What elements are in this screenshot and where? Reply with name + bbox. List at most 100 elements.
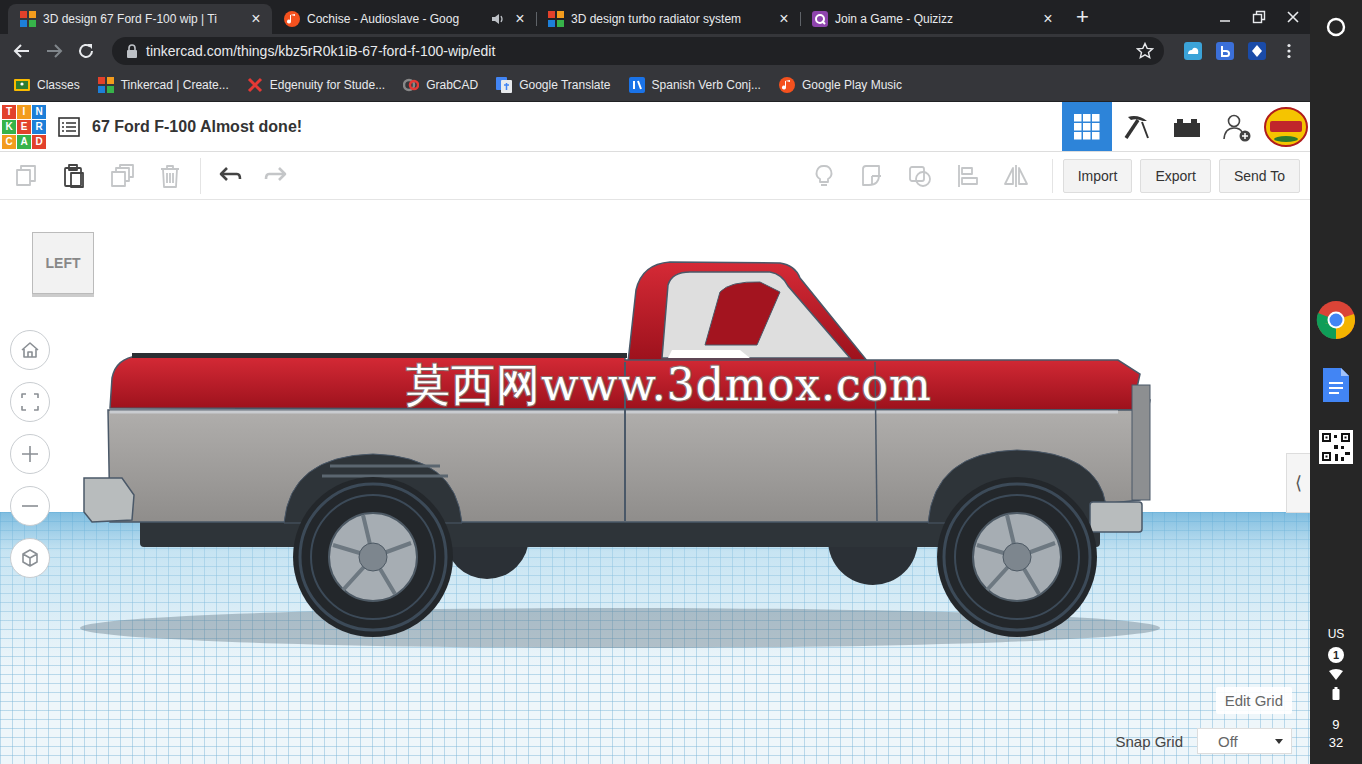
undo-button[interactable] — [200, 158, 247, 194]
logo-tile: R — [32, 120, 46, 134]
workplane-canvas[interactable]: LEFT 莫西网www.3dmox.com ⟨ Edit Grid Snap G… — [0, 200, 1310, 764]
invite-button[interactable] — [1212, 102, 1262, 151]
bookmark-star-icon[interactable] — [1136, 42, 1154, 60]
menu-icon[interactable] — [1280, 42, 1298, 60]
bookmark[interactable]: Classes — [14, 77, 80, 93]
dropdown-caret-icon — [1275, 739, 1283, 744]
duplicate-button[interactable] — [104, 158, 140, 194]
zoom-out-icon — [20, 496, 40, 516]
close-window-icon[interactable] — [1286, 10, 1300, 24]
design-list-icon[interactable] — [58, 117, 80, 137]
grid-icon — [1074, 114, 1100, 140]
snap-grid-select[interactable]: Off — [1197, 728, 1292, 754]
toolbar-button[interactable]: Import — [1063, 159, 1133, 193]
user-avatar[interactable] — [1262, 102, 1310, 151]
speaker-icon — [491, 12, 505, 26]
tab-close-button[interactable]: × — [512, 11, 528, 27]
extensions — [1184, 42, 1298, 60]
window-controls — [1218, 10, 1310, 24]
copy-button[interactable] — [8, 158, 44, 194]
browser-tab[interactable]: Cochise - Audioslave - Goog × — [272, 4, 536, 34]
paste-button[interactable] — [56, 158, 92, 194]
panel-toggle[interactable]: ⟨ — [1286, 453, 1310, 513]
toolbar-button[interactable]: Send To — [1219, 159, 1300, 193]
blocks-view-button[interactable] — [1112, 102, 1162, 151]
reload-icon[interactable] — [76, 41, 96, 61]
address-bar[interactable]: tinkercad.com/things/kbz5rR0k1iB-67-ford… — [112, 37, 1164, 65]
notification-count: 1 — [1328, 647, 1344, 663]
zoom-in-button[interactable] — [10, 434, 50, 474]
quizizz-favicon-icon — [812, 11, 828, 27]
qr-code-icon[interactable] — [1319, 430, 1353, 464]
toolbar-button[interactable]: Export — [1140, 159, 1210, 193]
redo-button[interactable] — [259, 158, 295, 194]
notes-icon — [811, 163, 837, 189]
zoom-out-button[interactable] — [10, 486, 50, 526]
design-view-button[interactable] — [1062, 102, 1112, 151]
shield-extension-icon[interactable] — [1248, 42, 1266, 60]
minimize-icon[interactable] — [1218, 10, 1232, 24]
align-button[interactable] — [950, 158, 986, 194]
tinkercad-logo[interactable]: TINKERCAD — [2, 105, 46, 149]
translate-favicon-icon — [496, 77, 512, 93]
tab-close-button[interactable]: × — [1040, 11, 1056, 27]
launcher-icon[interactable] — [1325, 16, 1347, 38]
tab-strip: 3D design 67 Ford F-100 wip | Ti × Cochi… — [0, 0, 1310, 34]
screen: 3D design 67 Ford F-100 wip | Ti × Cochi… — [0, 0, 1362, 764]
bricks-view-button[interactable] — [1162, 102, 1212, 151]
perspective-button[interactable] — [10, 538, 50, 578]
grabcad-favicon-icon — [403, 77, 419, 93]
notes-button[interactable] — [806, 158, 842, 194]
bookmark[interactable]: Tinkercad | Create... — [98, 77, 229, 93]
delete-button[interactable] — [152, 158, 188, 194]
bookmark-label: Google Translate — [519, 78, 610, 92]
back-icon[interactable] — [12, 41, 32, 61]
ungroup-button[interactable] — [902, 158, 938, 194]
cloud-extension-icon[interactable] — [1184, 42, 1202, 60]
view-cube[interactable]: LEFT — [32, 232, 94, 294]
logo-tile: E — [17, 120, 31, 134]
browser-tab[interactable]: Join a Game - Quizizz × — [800, 4, 1064, 34]
mirror-button[interactable] — [998, 158, 1034, 194]
spanishdict-favicon-icon — [629, 77, 645, 93]
browser-tab[interactable]: 3D design 67 Ford F-100 wip | Ti × — [8, 4, 272, 34]
group-button[interactable] — [854, 158, 890, 194]
tab-close-button[interactable]: × — [248, 11, 264, 27]
clock-hour: 9 — [1332, 716, 1339, 734]
status-tray[interactable]: US 1 9 32 — [1328, 627, 1345, 752]
avatar-icon — [1264, 107, 1308, 147]
b-extension-icon[interactable] — [1216, 42, 1234, 60]
clock: 9 32 — [1329, 716, 1343, 752]
browser-tab[interactable]: 3D design turbo radiator system × — [536, 4, 800, 34]
restore-icon[interactable] — [1252, 10, 1266, 24]
truck-model[interactable] — [0, 200, 1310, 764]
tinkercad-header: TINKERCAD 67 Ford F-100 Almost done! — [0, 102, 1310, 152]
bookmark[interactable]: GrabCAD — [403, 77, 478, 93]
bookmark[interactable]: Edgenuity for Stude... — [247, 77, 385, 93]
design-title[interactable]: 67 Ford F-100 Almost done! — [92, 118, 302, 136]
browser-window: 3D design 67 Ford F-100 wip | Ti × Cochi… — [0, 0, 1310, 764]
tab-close-button[interactable]: × — [776, 11, 792, 27]
logo-tile: I — [17, 105, 31, 119]
wheel — [293, 477, 453, 637]
edit-grid-button[interactable]: Edit Grid — [1216, 687, 1292, 714]
home-button[interactable] — [10, 330, 50, 370]
edit-tools — [8, 158, 295, 194]
url-text: tinkercad.com/things/kbz5rR0k1iB-67-ford… — [146, 43, 1128, 59]
bookmark[interactable]: Spanish Verb Conj... — [629, 77, 761, 93]
wheel — [937, 477, 1097, 637]
edgenuity-favicon-icon — [247, 77, 263, 93]
bookmark[interactable]: Google Play Music — [779, 77, 902, 93]
music-favicon-icon — [779, 77, 795, 93]
bookmark[interactable]: Google Translate — [496, 77, 610, 93]
ungroup-icon — [907, 163, 933, 189]
fit-button[interactable] — [10, 382, 50, 422]
system-shelf: US 1 9 32 — [1310, 0, 1362, 764]
zoom-in-icon — [20, 444, 40, 464]
new-tab-button[interactable]: + — [1076, 6, 1089, 28]
tinkercad-favicon-icon — [548, 11, 564, 27]
forward-icon[interactable] — [44, 41, 64, 61]
docs-icon[interactable] — [1321, 366, 1351, 404]
chrome-icon[interactable] — [1316, 300, 1356, 340]
undo-icon — [216, 163, 242, 189]
